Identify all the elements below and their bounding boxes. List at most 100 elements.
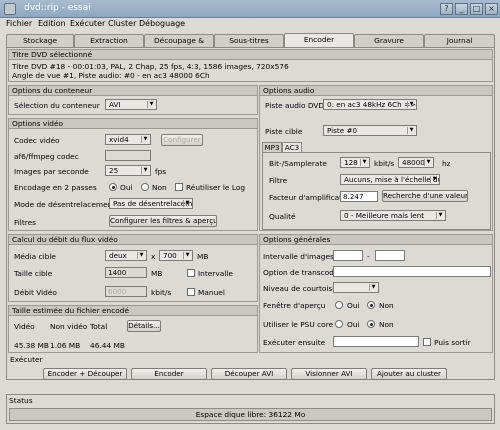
dvd-track-label: Piste audio DVD (265, 101, 325, 110)
manual-label: Manuel (198, 288, 225, 297)
af6-codec-field[interactable] (105, 150, 151, 161)
menu-edition[interactable]: Edition (38, 19, 66, 28)
samplerate-select[interactable]: 48000 ▼ (398, 157, 434, 168)
general-header: Options générales (260, 235, 492, 245)
psu-no-radio[interactable] (367, 320, 375, 328)
fps-select[interactable]: 25 ▼ (105, 165, 151, 176)
title-bar: dvd::rip - essai ? _ □ × (0, 0, 500, 18)
quality-select[interactable]: 0 - Meilleure mais lent ▼ (340, 210, 446, 221)
minimize-button[interactable]: _ (455, 3, 468, 15)
maximize-button[interactable]: □ (470, 3, 483, 15)
bitrate-box: Calcul du débit du flux vidéo Média cibl… (8, 234, 258, 302)
menu-deboguage[interactable]: Déboguage (139, 19, 185, 28)
preview-no-radio[interactable] (367, 301, 375, 309)
audio-filter-select[interactable]: Aucuns, mise à l'échelle du ▼ (340, 174, 440, 185)
chevron-down-icon: ▼ (147, 101, 155, 108)
exec-after-field[interactable] (333, 336, 419, 347)
twopass-no-radio[interactable] (141, 183, 149, 191)
details-button[interactable]: Détails... (127, 320, 161, 332)
audio-tab-ac3[interactable]: AC3 (282, 142, 302, 152)
tab-gravure[interactable]: Gravure (354, 34, 424, 47)
close-button[interactable]: × (485, 3, 498, 15)
dvd-info-line1: Titre DVD #18 - 00:01:03, PAL, 2 Chap, 2… (12, 62, 289, 71)
fps-label: Images par seconde (14, 167, 89, 176)
encode-button[interactable]: Encoder (131, 368, 207, 380)
video-header: Options vidéo (9, 119, 257, 129)
tab-sous-titres[interactable]: Sous-titres (214, 34, 284, 47)
exec-after-label: Exécuter ensuite (263, 338, 326, 347)
media-size-select[interactable]: 700 ▼ (159, 250, 193, 261)
transcode-option-label: Option de transcode (263, 268, 339, 277)
configure-filters-button[interactable]: Configurer les filtres & aperçu... (109, 215, 217, 227)
chevron-down-icon: ▼ (430, 176, 438, 183)
samplerate-unit: hz (442, 159, 451, 168)
twopass-yes-label: Oui (120, 183, 133, 192)
chevron-down-icon: ▼ (141, 136, 149, 143)
audio-bitrate-unit: kbit/s (374, 159, 395, 168)
manual-checkbox[interactable] (187, 288, 195, 296)
chevron-down-icon: ▼ (407, 101, 415, 108)
menu-cluster[interactable]: Cluster (108, 19, 136, 28)
psu-yes-radio[interactable] (335, 320, 343, 328)
codec-label: Codec vidéo (14, 136, 60, 145)
quality-value: 0 - Meilleure mais lent (344, 211, 425, 220)
video-bitrate-field[interactable]: 6000 (105, 286, 147, 297)
preview-yes-label: Oui (347, 301, 360, 310)
audio-tab-mp3[interactable]: MP3 (262, 142, 282, 152)
then-exit-checkbox[interactable] (423, 338, 431, 346)
target-size-field[interactable]: 1400 (105, 267, 147, 278)
tab-stockage[interactable]: Stockage (6, 34, 74, 47)
frame-range-end[interactable] (375, 250, 405, 261)
interval-checkbox[interactable] (187, 269, 195, 277)
total-size-value: 46.44 MB (90, 341, 125, 350)
tab-journal[interactable]: Journal (424, 34, 495, 47)
chevron-down-icon: ▼ (183, 252, 191, 259)
amplification-field[interactable]: 8.247 (340, 191, 378, 202)
configure-codec-button[interactable]: Configurer (161, 134, 203, 146)
chevron-down-icon: ▼ (424, 159, 432, 166)
reuse-log-checkbox[interactable] (175, 183, 183, 191)
target-track-select[interactable]: Piste #0 ▼ (323, 125, 417, 136)
menu-bar: Fichier Edition Exécuter Cluster Débogua… (0, 18, 500, 32)
dvd-track-select[interactable]: 0: en ac3 48kHz 6Ch => 0 ▼ (323, 99, 417, 110)
frame-range-sep: - (367, 252, 370, 261)
deinterlace-select[interactable]: Pas de désentrelaceme ▼ (109, 198, 193, 209)
deinterlace-value: Pas de désentrelaceme (113, 199, 193, 208)
tab-encoder[interactable]: Encoder (284, 33, 354, 47)
status-section: Status Espace dique libre: 36122 Mo (6, 394, 495, 424)
filesize-box: Taille estimée du fichier encodé Vidéo N… (8, 305, 258, 353)
samplerate-value: 48000 (402, 158, 425, 167)
tab-decoupage-zoom[interactable]: Découpage & Zoom (144, 34, 214, 57)
audio-bitrate-select[interactable]: 128 ▼ (340, 157, 370, 168)
status-bar: Espace dique libre: 36122 Mo (9, 408, 492, 421)
tab-extraction[interactable]: Extraction (74, 34, 144, 47)
preview-window-label: Fenêtre d'aperçu (263, 301, 326, 310)
media-size-value: 700 (163, 251, 177, 260)
free-space-text: Espace dique libre: 36122 Mo (195, 410, 306, 419)
target-size-label: Taille cible (14, 269, 53, 278)
menu-executer[interactable]: Exécuter (70, 19, 105, 28)
dvd-title-box: Titre DVD sélectionné Titre DVD #18 - 00… (8, 49, 493, 82)
preview-yes-radio[interactable] (335, 301, 343, 309)
split-avi-button[interactable]: Découper AVI (211, 368, 287, 380)
twopass-yes-radio[interactable] (109, 183, 117, 191)
nice-level-select[interactable]: ▼ (333, 282, 379, 293)
encode-and-split-button[interactable]: Encoder + Découper (43, 368, 127, 380)
add-to-cluster-button[interactable]: Ajouter au cluster (371, 368, 447, 380)
container-select[interactable]: AVI ▼ (105, 99, 157, 110)
status-header: Status (9, 396, 33, 405)
transcode-option-field[interactable] (333, 266, 491, 277)
frame-range-start[interactable] (333, 250, 363, 261)
chevron-down-icon: ▼ (360, 159, 368, 166)
help-button[interactable]: ? (440, 3, 453, 15)
view-avi-button[interactable]: Visionner AVI (291, 368, 367, 380)
media-count-select[interactable]: deux ▼ (105, 250, 147, 261)
interval-label: Intervalle (198, 269, 233, 278)
nonvideo-size-label: Non vidéo (50, 322, 88, 331)
target-size-unit: MB (151, 269, 163, 278)
media-count-value: deux (109, 251, 127, 260)
container-value: AVI (109, 100, 121, 109)
find-value-button[interactable]: Recherche d'une valeur (382, 190, 468, 202)
codec-select[interactable]: xvid4 ▼ (105, 134, 151, 145)
menu-fichier[interactable]: Fichier (6, 19, 32, 28)
